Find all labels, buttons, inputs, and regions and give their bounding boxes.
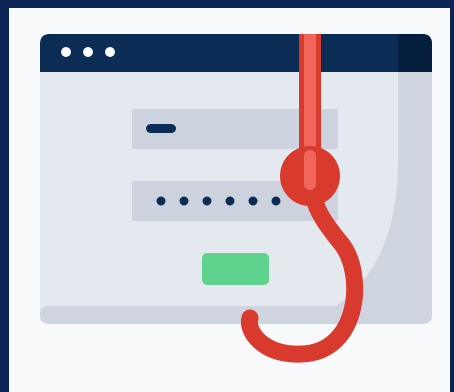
password-dot [225, 196, 235, 206]
window-title-bar [40, 34, 432, 72]
password-dot [248, 196, 258, 206]
password-dot [271, 196, 281, 206]
window-dot-3 [105, 47, 115, 57]
username-text-mark [146, 124, 176, 133]
submit-button [202, 253, 269, 285]
phishing-scene [40, 34, 432, 363]
phishing-illustration [0, 0, 454, 392]
window-title-bar-dark [398, 34, 432, 72]
hook-ball-highlight [304, 150, 316, 190]
window-dot-2 [83, 47, 93, 57]
window-bottom-shade [40, 306, 432, 324]
window-dot-1 [61, 47, 71, 57]
password-dot [156, 196, 166, 206]
password-dot [202, 196, 212, 206]
password-dot [179, 196, 189, 206]
